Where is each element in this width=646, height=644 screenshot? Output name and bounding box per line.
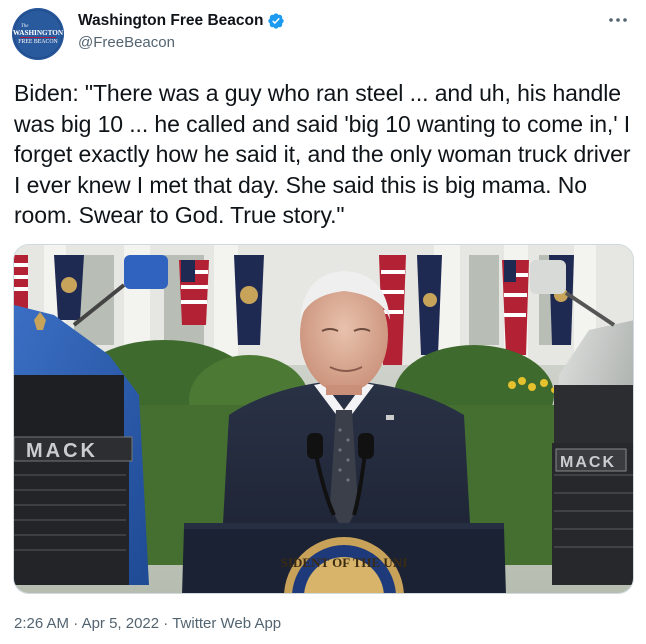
tweet-date[interactable]: Apr 5, 2022	[82, 615, 160, 632]
avatar-text-top: WASHINGTON	[13, 29, 64, 37]
tweet-text: Biden: "There was a guy who ran steel ..…	[14, 80, 631, 228]
author-block: Washington Free Beacon @FreeBeacon	[78, 10, 285, 51]
separator: ·	[159, 615, 173, 632]
tweet-metadata: 2:26 AM · Apr 5, 2022 · Twitter Web App	[14, 615, 281, 632]
avatar-logo-icon: The WASHINGTON FREE BEACON	[12, 8, 64, 60]
tweet-source[interactable]: Twitter Web App	[172, 615, 281, 632]
seal-text: SIDENT OF THE UNI	[281, 555, 408, 570]
avatar-text-bottom: FREE BEACON	[18, 39, 58, 45]
right-truck-label: MACK	[560, 454, 616, 471]
left-truck-label: MACK	[26, 440, 98, 462]
author-display-name[interactable]: Washington Free Beacon	[78, 12, 263, 30]
author-handle[interactable]: @FreeBeacon	[78, 34, 285, 51]
tweet-time[interactable]: 2:26 AM	[14, 615, 69, 632]
tweet-card: The WASHINGTON FREE BEACON Washington Fr…	[0, 0, 646, 644]
more-horizontal-icon	[609, 18, 627, 22]
more-options-button[interactable]	[604, 10, 632, 30]
media-photo: MACK MACK SIDENT OF THE UNI	[14, 245, 633, 593]
avatar[interactable]: The WASHINGTON FREE BEACON	[12, 8, 64, 60]
separator: ·	[69, 615, 82, 632]
tweet-media-image[interactable]: MACK MACK SIDENT OF THE UNI	[13, 244, 634, 594]
verified-badge-icon	[267, 12, 285, 30]
